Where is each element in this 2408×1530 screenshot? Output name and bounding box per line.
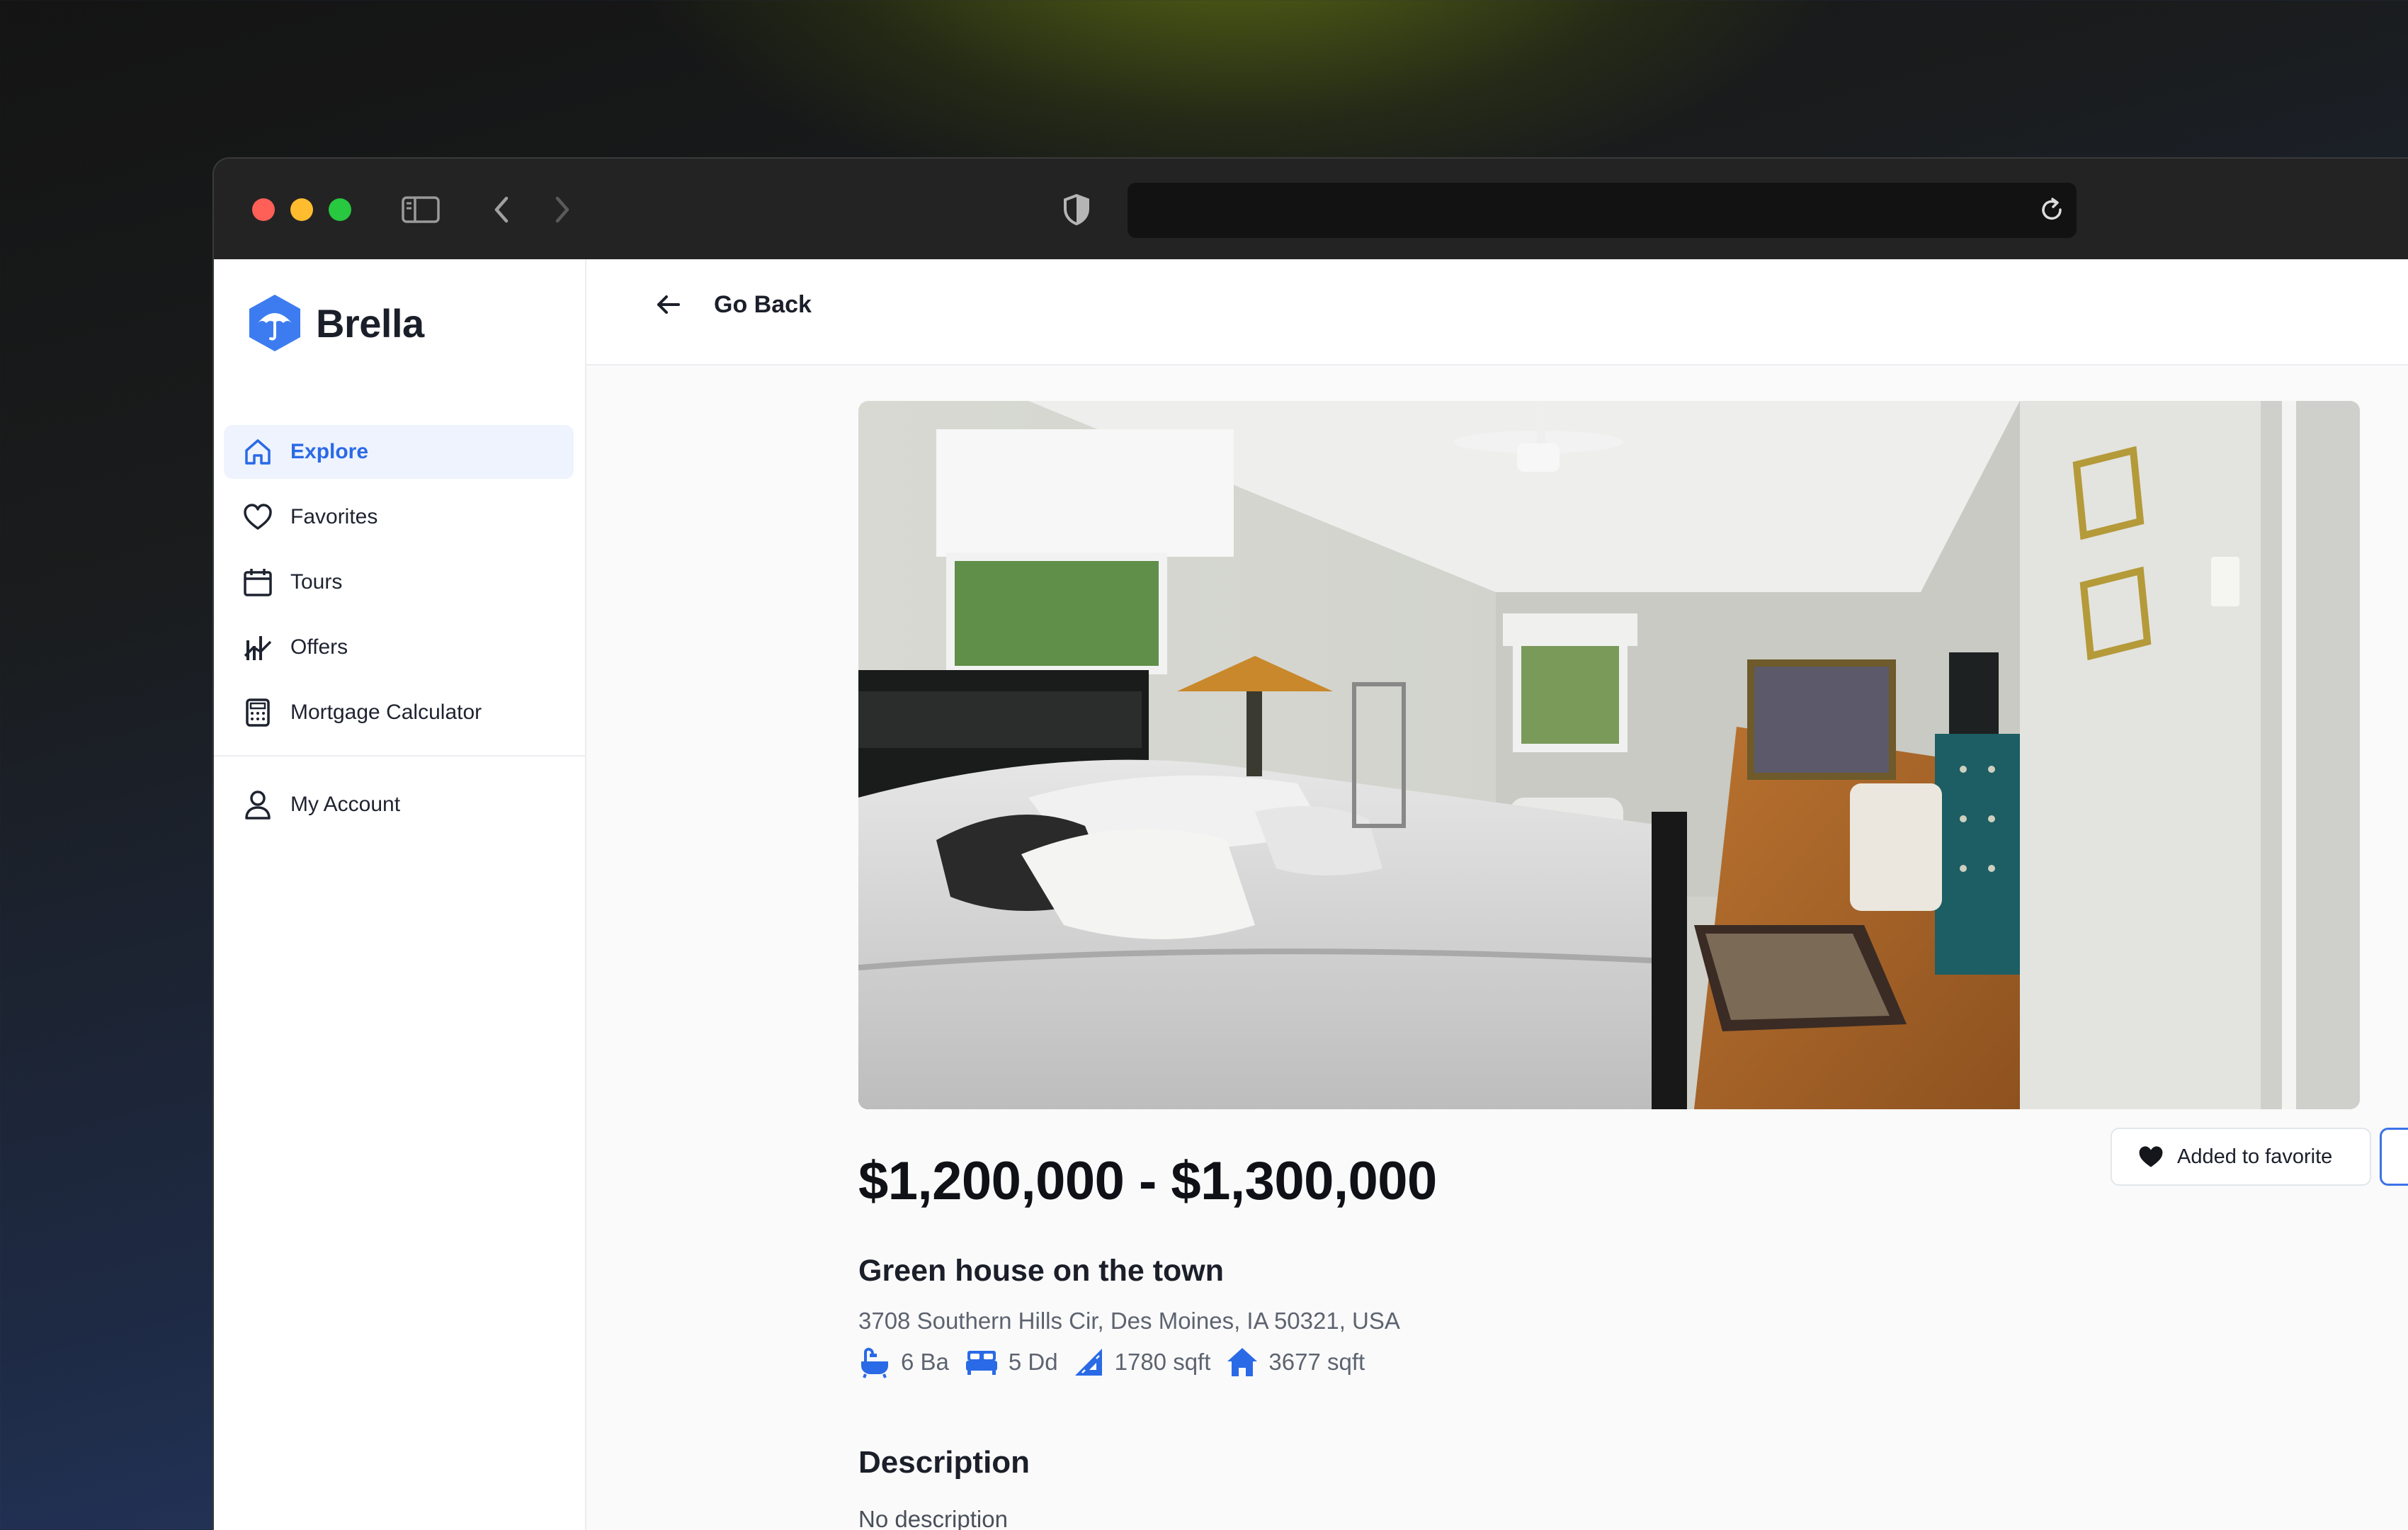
user-icon — [245, 790, 271, 820]
content-header: Go Back — [586, 259, 2408, 366]
umbrella-logo-icon — [249, 295, 300, 351]
sidebar-item-label: Explore — [290, 440, 369, 463]
listing-photo[interactable] — [858, 401, 2360, 1109]
added-to-favorite-button[interactable]: Added to favorite — [2111, 1128, 2371, 1186]
listing-title: Green house on the town — [858, 1254, 1225, 1288]
browser-window: Brella Explore Favorites Tours Offers Mo… — [212, 157, 2408, 1530]
go-back-button[interactable]: Go Back — [654, 290, 812, 319]
sidebar-item-label: My Account — [290, 793, 401, 816]
spec-text: 5 Dd — [1008, 1349, 1058, 1375]
ruler-icon — [1074, 1349, 1102, 1376]
listing-specs: 6 Ba 5 Dd 1780 sqft 3677 sqft — [858, 1346, 1380, 1378]
arrow-left-icon — [657, 295, 680, 314]
favorite-button-label: Added to favorite — [2177, 1145, 2333, 1168]
secondary-action-button[interactable] — [2380, 1128, 2408, 1186]
heart-filled-icon — [2139, 1146, 2163, 1167]
sidebar-item-label: Tours — [290, 570, 343, 594]
spec-beds: 5 Dd — [965, 1348, 1058, 1376]
home-icon — [245, 439, 271, 465]
description-text: No description — [858, 1506, 1008, 1530]
spec-text: 6 Ba — [901, 1349, 949, 1375]
maximize-window-button[interactable] — [329, 198, 351, 221]
sidebar-account: My Account — [224, 778, 574, 843]
spec-lot-area: 3677 sqft — [1226, 1347, 1365, 1378]
brand-name: Brella — [316, 300, 424, 346]
privacy-shield-icon[interactable] — [1055, 190, 1098, 230]
bathtub-icon — [861, 1347, 888, 1378]
sidebar-item-tours[interactable]: Tours — [224, 555, 574, 609]
main-content: Go Back $1,200,000 - $1,300,000 Added to… — [586, 259, 2408, 1530]
offers-chart-icon — [244, 636, 272, 660]
calculator-icon — [246, 698, 270, 727]
reload-icon[interactable] — [2037, 196, 2067, 229]
app-container: Brella Explore Favorites Tours Offers Mo… — [214, 259, 2408, 1530]
spec-text: 3677 sqft — [1268, 1349, 1365, 1375]
browser-back-icon[interactable] — [480, 190, 523, 230]
sidebar-item-explore[interactable]: Explore — [224, 425, 574, 479]
listing-price: $1,200,000 - $1,300,000 — [858, 1151, 1437, 1211]
listing-address: 3708 Southern Hills Cir, Des Moines, IA … — [858, 1308, 1400, 1334]
sidebar: Brella Explore Favorites Tours Offers Mo… — [214, 259, 586, 1530]
sidebar-item-label: Offers — [290, 635, 348, 659]
calendar-icon — [244, 569, 272, 596]
brand-logo[interactable]: Brella — [245, 292, 424, 354]
heart-icon — [244, 504, 272, 530]
spec-text: 1780 sqft — [1114, 1349, 1211, 1375]
spec-interior-area: 1780 sqft — [1074, 1347, 1211, 1377]
browser-titlebar — [214, 159, 2408, 259]
address-bar[interactable] — [1128, 183, 2077, 238]
sidebar-divider — [214, 755, 585, 756]
go-back-label: Go Back — [714, 290, 812, 318]
description-heading: Description — [858, 1445, 1030, 1480]
sidebar-item-offers[interactable]: Offers — [224, 620, 574, 674]
sidebar-item-favorites[interactable]: Favorites — [224, 490, 574, 544]
sidebar-item-my-account[interactable]: My Account — [224, 778, 574, 832]
sidebar-nav: Explore Favorites Tours Offers Mortgage … — [224, 425, 574, 751]
house-icon — [1227, 1348, 1258, 1376]
minimize-window-button[interactable] — [290, 198, 313, 221]
bed-icon — [965, 1351, 997, 1375]
browser-forward-icon[interactable] — [541, 190, 584, 230]
spec-baths: 6 Ba — [858, 1346, 949, 1378]
sidebar-item-label: Favorites — [290, 505, 378, 528]
sidebar-item-mortgage-calculator[interactable]: Mortgage Calculator — [224, 686, 574, 740]
sidebar-toggle-icon[interactable] — [399, 190, 442, 230]
bedroom-photo — [858, 401, 2360, 1109]
sidebar-item-label: Mortgage Calculator — [290, 701, 482, 724]
close-window-button[interactable] — [252, 198, 275, 221]
